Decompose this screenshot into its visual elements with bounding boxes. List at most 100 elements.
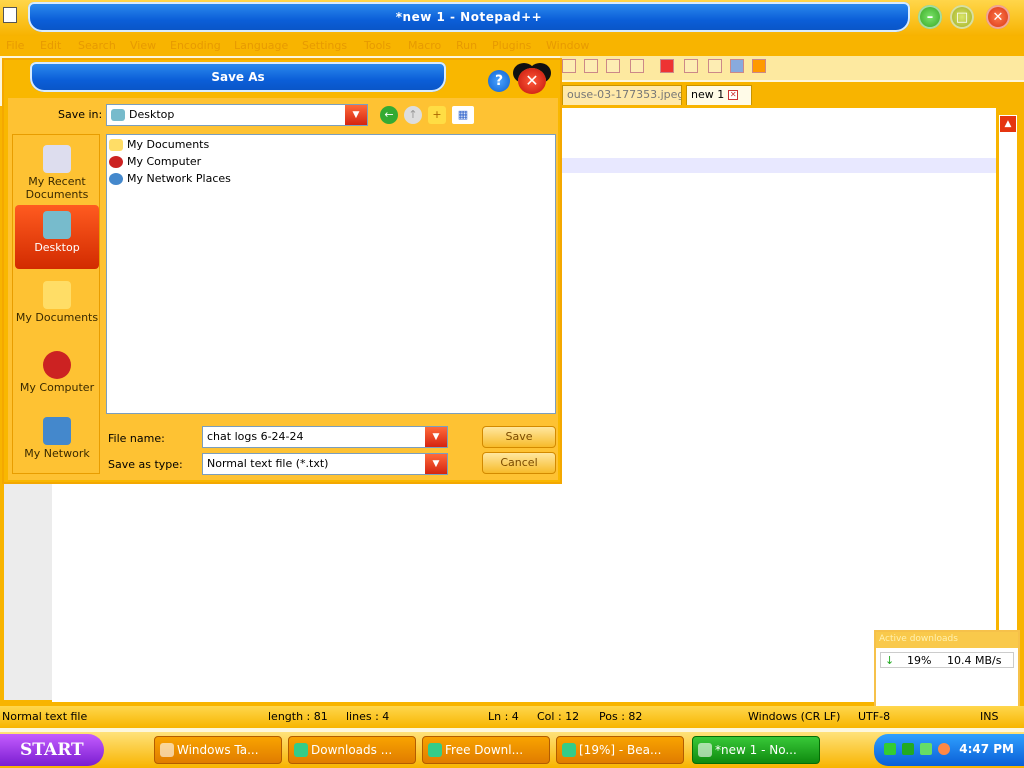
toolbar-button[interactable] (562, 59, 576, 73)
run-macro-multiple-icon[interactable] (730, 59, 744, 73)
toolbar-button[interactable] (606, 59, 620, 73)
up-folder-icon[interactable]: ↑ (404, 106, 422, 124)
file-name: My Network Places (127, 172, 231, 185)
place-label: Desktop (34, 241, 80, 254)
place-my-documents[interactable]: My Documents (15, 275, 99, 339)
task-downloads[interactable]: Downloads ... (288, 736, 416, 764)
menu-file[interactable]: File (6, 39, 24, 52)
file-item-my-network-places[interactable]: My Network Places (109, 172, 231, 188)
place-desktop[interactable]: Desktop (15, 205, 99, 269)
place-recent-documents[interactable]: My Recent Documents (15, 139, 99, 203)
toolbar-button[interactable] (584, 59, 598, 73)
save-button[interactable]: Save (482, 426, 556, 448)
playback-macro-icon[interactable] (708, 59, 722, 73)
file-list[interactable]: My Documents My Computer My Network Plac… (106, 134, 556, 414)
back-icon[interactable]: ← (380, 106, 398, 124)
close-dialog-button[interactable]: ✕ (518, 68, 546, 94)
status-encoding[interactable]: UTF-8 (858, 710, 890, 723)
task-notepad-plus-plus[interactable]: *new 1 - No... (692, 736, 820, 764)
menu-language[interactable]: Language (234, 39, 288, 52)
minimize-button[interactable]: – (918, 5, 942, 29)
menu-macro[interactable]: Macro (408, 39, 441, 52)
system-tray: 4:47 PM (874, 734, 1024, 766)
tray-app-icon[interactable] (920, 743, 932, 755)
save-as-type-dropdown[interactable]: Normal text file (*.txt) ▼ (202, 453, 448, 475)
task-download-progress[interactable]: [19%] - Bea... (556, 736, 684, 764)
file-item-my-computer[interactable]: My Computer (109, 155, 201, 171)
chevron-down-icon[interactable]: ▼ (425, 454, 447, 474)
cancel-button[interactable]: Cancel (482, 452, 556, 474)
vertical-scrollbar[interactable]: ▲ (998, 114, 1018, 704)
clock[interactable]: 4:47 PM (959, 742, 1014, 756)
menu-plugins[interactable]: Plugins (492, 39, 531, 52)
status-ln: Ln : 4 (488, 710, 519, 723)
help-button[interactable]: ? (488, 70, 510, 92)
tab-new-1[interactable]: new 1 ✕ (686, 85, 752, 105)
maximize-button[interactable]: □ (950, 5, 974, 29)
record-macro-icon[interactable] (660, 59, 674, 73)
task-free-download[interactable]: Free Downl... (422, 736, 550, 764)
file-name-value: chat logs 6-24-24 (207, 430, 304, 443)
file-name: My Computer (127, 155, 202, 168)
my-documents-icon (43, 281, 71, 309)
menu-encoding[interactable]: Encoding (170, 39, 221, 52)
toolbar-button[interactable] (630, 59, 644, 73)
save-as-dialog: Save As ? ✕ Save in: Desktop ▼ ← ↑ + ▦ M… (2, 58, 562, 484)
notepad-titlebar: *new 1 - Notepad++ – □ ✕ (0, 0, 1024, 36)
scroll-up-icon[interactable]: ▲ (1000, 116, 1016, 132)
menubar: File Edit Search View Encoding Language … (0, 36, 1024, 56)
chevron-down-icon[interactable]: ▼ (425, 427, 447, 447)
browser-icon (562, 743, 576, 757)
file-name-input[interactable]: chat logs 6-24-24 ▼ (202, 426, 448, 448)
menu-edit[interactable]: Edit (40, 39, 61, 52)
search-icon[interactable] (938, 743, 950, 755)
new-folder-icon[interactable]: + (428, 106, 446, 124)
network-status-icon[interactable] (884, 743, 896, 755)
browser-icon (428, 743, 442, 757)
save-in-dropdown[interactable]: Desktop ▼ (106, 104, 368, 126)
task-label: [19%] - Bea... (579, 743, 662, 757)
menu-window[interactable]: Window (546, 39, 589, 52)
places-bar: My Recent Documents Desktop My Documents… (12, 134, 100, 474)
task-windows-task-manager[interactable]: Windows Ta... (154, 736, 282, 764)
place-label: My Recent Documents (25, 175, 89, 201)
status-length: length : 81 (268, 710, 328, 723)
file-item-my-documents[interactable]: My Documents (109, 138, 209, 154)
save-in-label: Save in: (58, 108, 103, 121)
place-my-computer[interactable]: My Computer (15, 345, 99, 409)
recent-documents-icon (43, 145, 71, 173)
place-label: My Documents (15, 311, 99, 324)
taskbar: START Windows Ta... Downloads ... Free D… (0, 732, 1024, 768)
menu-settings[interactable]: Settings (302, 39, 347, 52)
place-my-network[interactable]: My Network (15, 411, 99, 475)
tray-app-icon[interactable] (902, 743, 914, 755)
network-places-icon (109, 173, 123, 185)
toolbar (560, 56, 1024, 80)
download-row[interactable]: ↓ 19% 10.4 MB/s (880, 652, 1014, 668)
network-icon (43, 417, 71, 445)
chevron-down-icon[interactable]: ▼ (345, 105, 367, 125)
my-computer-icon (43, 351, 71, 379)
notepad-icon (698, 743, 712, 757)
task-label: Windows Ta... (177, 743, 259, 757)
close-tab-icon[interactable]: ✕ (728, 90, 739, 100)
dialog-title: Save As (30, 62, 446, 92)
notepad-title-pill: *new 1 - Notepad++ (28, 2, 910, 32)
status-pos: Pos : 82 (599, 710, 643, 723)
menu-view[interactable]: View (130, 39, 156, 52)
menu-search[interactable]: Search (78, 39, 116, 52)
task-label: *new 1 - No... (715, 743, 797, 757)
save-macro-icon[interactable] (752, 59, 766, 73)
tab-jpeg[interactable]: ouse-03-177353.jpeg✕ (562, 85, 682, 105)
save-as-type-value: Normal text file (*.txt) (207, 457, 329, 470)
view-menu-icon[interactable]: ▦ (452, 106, 474, 124)
notepad-app-icon[interactable] (3, 7, 17, 23)
start-button[interactable]: START (0, 734, 104, 766)
menu-tools[interactable]: Tools (364, 39, 391, 52)
stop-macro-icon[interactable] (684, 59, 698, 73)
status-eol[interactable]: Windows (CR LF) (748, 710, 840, 723)
menu-run[interactable]: Run (456, 39, 477, 52)
download-arrow-icon: ↓ (885, 654, 895, 667)
close-window-button[interactable]: ✕ (986, 5, 1010, 29)
tab-label: new 1 (691, 88, 725, 101)
